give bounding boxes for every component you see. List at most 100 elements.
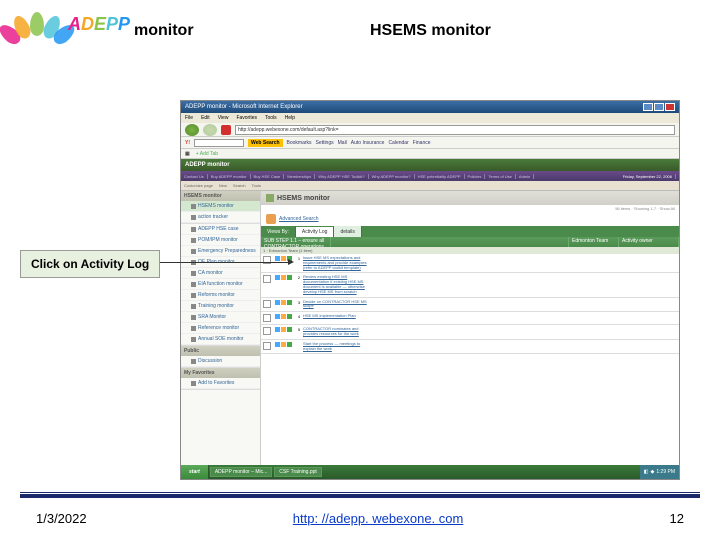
add-tab-button[interactable]: + Add Tab — [196, 151, 218, 157]
callout-arrow — [160, 262, 290, 263]
sidebar-section-public[interactable]: Public — [181, 346, 260, 356]
search-input[interactable] — [194, 139, 244, 147]
nav-policies[interactable]: Policies — [468, 174, 486, 179]
footer-link[interactable]: http: //adepp. webexone. com — [293, 511, 464, 526]
subnav-search[interactable]: Search — [233, 183, 246, 188]
row-text[interactable]: HSE MS implementation Plan — [303, 314, 371, 322]
maximize-button[interactable] — [654, 103, 664, 111]
col-substep[interactable]: SUB STEP 1.1 – ensure all CONTRACTOR ope… — [261, 237, 331, 247]
window-controls — [643, 103, 675, 111]
menu-tools[interactable]: Tools — [265, 115, 277, 121]
edit-icon[interactable] — [275, 300, 280, 305]
row-text[interactable]: CONTRACTOR nominates and provides resour… — [303, 327, 371, 337]
sidebar-item-add-fav[interactable]: Add to Favorites — [181, 378, 260, 389]
sidebar-item-discussion[interactable]: Discussion — [181, 356, 260, 367]
forward-button[interactable] — [203, 124, 217, 136]
approve-icon[interactable] — [287, 342, 292, 347]
view-icon[interactable] — [281, 275, 286, 280]
sidebar-item-training[interactable]: Training monitor — [181, 301, 260, 312]
tray-icon[interactable]: ◧ — [644, 469, 649, 475]
edit-icon[interactable] — [275, 327, 280, 332]
edit-icon[interactable] — [275, 342, 280, 347]
edit-icon[interactable] — [275, 314, 280, 319]
nav-contact[interactable]: Contact Us — [184, 174, 208, 179]
nav-hse-pot[interactable]: HSE potentiality ADEPP — [418, 174, 465, 179]
col-team[interactable]: Edmonton Team — [569, 237, 619, 247]
col-owner[interactable]: Activity owner — [619, 237, 679, 247]
sidebar-section-favorites[interactable]: My Favorites — [181, 368, 260, 378]
doc-icon — [191, 271, 196, 276]
row-checkbox[interactable] — [263, 275, 271, 283]
sidebar-item-pom[interactable]: POM/IPM monitor — [181, 235, 260, 246]
nav-admin[interactable]: Admin — [519, 174, 534, 179]
nav-why-monitor[interactable]: Why ADEPP monitor? — [372, 174, 415, 179]
edit-icon[interactable] — [275, 256, 280, 261]
sidebar-item-annual[interactable]: Annual SOE monitor — [181, 334, 260, 345]
stop-button[interactable] — [221, 125, 231, 135]
advanced-search-link[interactable]: Advanced Search — [279, 216, 318, 222]
web-search-button[interactable]: Web Search — [248, 139, 283, 147]
sidebar-item-eia[interactable]: EIA function monitor — [181, 279, 260, 290]
menu-favorites[interactable]: Favorites — [236, 115, 257, 121]
sidebar-item-reference[interactable]: Reference monitor — [181, 323, 260, 334]
sidebar-item-hsems-monitor[interactable]: HSEMS monitor — [181, 201, 260, 212]
browser-menubar: File Edit View Favorites Tools Help — [181, 113, 679, 123]
view-icon[interactable] — [281, 256, 286, 261]
nav-buy-hse[interactable]: Buy HSE Case — [254, 174, 285, 179]
row-checkbox[interactable] — [263, 342, 271, 350]
menu-edit[interactable]: Edit — [201, 115, 210, 121]
view-icon[interactable] — [281, 327, 286, 332]
window-titlebar[interactable]: ADEPP monitor - Microsoft Internet Explo… — [181, 101, 679, 113]
view-icon[interactable] — [281, 300, 286, 305]
close-button[interactable] — [665, 103, 675, 111]
menu-view[interactable]: View — [218, 115, 229, 121]
sidebar-section-hsems[interactable]: HSEMS monitor — [181, 191, 260, 201]
system-tray[interactable]: ◧ ◆ 1:29 PM — [640, 465, 679, 479]
tab-details[interactable]: details — [334, 226, 361, 237]
sidebar-item-sra[interactable]: SRA Monitor — [181, 312, 260, 323]
approve-icon[interactable] — [287, 327, 292, 332]
view-icon[interactable] — [281, 314, 286, 319]
back-button[interactable] — [185, 124, 199, 136]
toolbar-calendar[interactable]: Calendar — [388, 140, 408, 146]
row-checkbox[interactable] — [263, 327, 271, 335]
view-icon[interactable] — [281, 342, 286, 347]
sidebar-item-reforms[interactable]: Reforms monitor — [181, 290, 260, 301]
row-text[interactable]: Start the process — meetings to explain … — [303, 342, 371, 352]
taskbar-item-browser[interactable]: ADEPP monitor – Mic... — [210, 467, 272, 477]
start-button[interactable]: start — [181, 465, 209, 479]
subnav-new[interactable]: New — [219, 183, 227, 188]
nav-why-toolkit[interactable]: Why ADEPP HSE Toolkit? — [318, 174, 368, 179]
subnav-tools[interactable]: Tools — [252, 183, 261, 188]
approve-icon[interactable] — [287, 300, 292, 305]
taskbar-item-ppt[interactable]: CSF Training.ppt — [274, 467, 322, 477]
tray-icon[interactable]: ◆ — [651, 469, 655, 475]
edit-icon[interactable] — [275, 275, 280, 280]
group-row[interactable]: 1 · Edmonton Team (1 item) — [261, 247, 679, 254]
sidebar-item-action-tracker[interactable]: action tracker — [181, 212, 260, 223]
nav-memberships[interactable]: Memberships — [287, 174, 315, 179]
toolbar-finance[interactable]: Finance — [413, 140, 431, 146]
minimize-button[interactable] — [643, 103, 653, 111]
sidebar-item-hse-case[interactable]: ADEPP HSE case — [181, 224, 260, 235]
approve-icon[interactable] — [287, 275, 292, 280]
subnav-customize[interactable]: Customize page — [184, 183, 213, 188]
row-text[interactable]: Issue HSE MS expectations and requiremen… — [303, 256, 371, 270]
approve-icon[interactable] — [287, 314, 292, 319]
menu-help[interactable]: Help — [285, 115, 295, 121]
sidebar-item-ca[interactable]: CA monitor — [181, 268, 260, 279]
toolbar-settings[interactable]: Settings — [316, 140, 334, 146]
row-checkbox[interactable] — [263, 300, 271, 308]
row-text[interactable]: Decide on CONTRACTOR HSE MS scope — [303, 300, 371, 310]
menu-file[interactable]: File — [185, 115, 193, 121]
nav-terms[interactable]: Terms of Use — [488, 174, 516, 179]
nav-buy-monitor[interactable]: Buy ADEPP monitor — [211, 174, 251, 179]
sidebar-item-emergency[interactable]: Emergency Preparedness — [181, 246, 260, 257]
address-bar[interactable]: http://adepp.webexone.com/default.asp?li… — [235, 125, 675, 135]
toolbar-mail[interactable]: Mail — [338, 140, 347, 146]
toolbar-bookmarks[interactable]: Bookmarks — [287, 140, 312, 146]
tab-activity-log[interactable]: Activity Log — [296, 226, 335, 237]
row-text[interactable]: Review existing HSE MS documentation if … — [303, 275, 371, 294]
row-checkbox[interactable] — [263, 314, 271, 322]
toolbar-auto[interactable]: Auto Insurance — [351, 140, 385, 146]
